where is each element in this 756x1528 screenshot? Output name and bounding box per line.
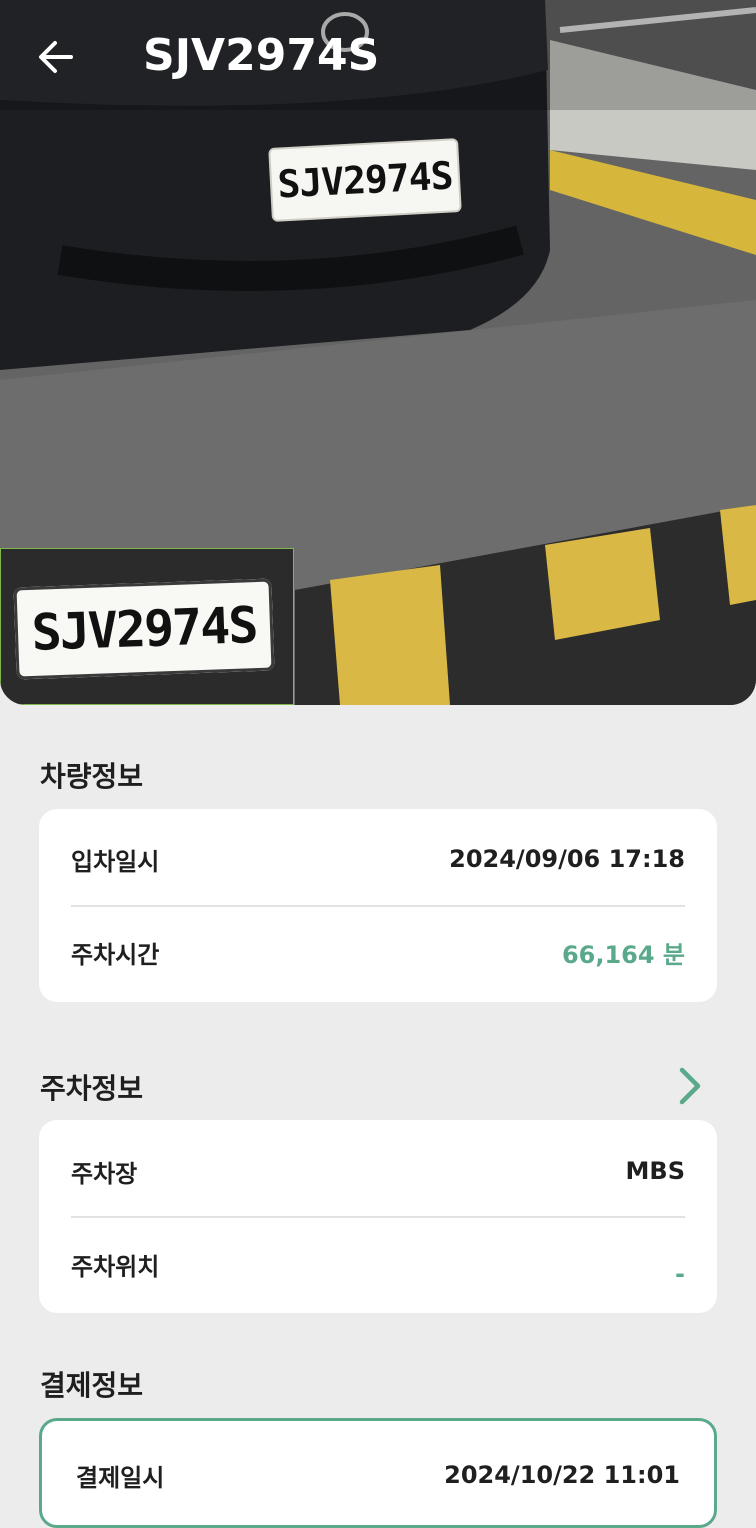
plate-zoom-inset: SJV2974S [0,548,294,705]
payment-time-label: 결제일시 [76,1463,165,1492]
vehicle-photo: SJV2974S SJV2974S [0,0,756,705]
parking-duration-row: 주차시간 66,164 분 [71,922,685,982]
vehicle-info-title: 차량정보 [40,760,144,793]
parking-lot-label: 주차장 [71,1159,138,1188]
parking-lot-value: MBS [625,1157,685,1185]
license-plate: SJV2974S [268,138,462,222]
payment-time-row: 결제일시 2024/10/22 11:01 [76,1445,680,1505]
payment-info-title: 결제정보 [40,1369,144,1402]
entry-time-label: 입차일시 [71,847,160,876]
parking-location-row: 주차위치 - [71,1234,685,1294]
vehicle-info-card: 입차일시 2024/09/06 17:18 주차시간 66,164 분 [39,809,717,1002]
parking-info-card: 주차장 MBS 주차위치 - [39,1120,717,1313]
entry-time-value: 2024/09/06 17:18 [449,845,685,873]
parking-info-detail-button[interactable] [670,1064,710,1108]
divider [71,1216,685,1218]
plate-zoom-text: SJV2974S [13,578,275,680]
parking-duration-value: 66,164 분 [561,940,685,969]
payment-time-value: 2024/10/22 11:01 [444,1461,680,1489]
parking-lot-row: 주차장 MBS [71,1141,685,1201]
parking-info-title: 주차정보 [40,1072,144,1105]
payment-info-card: 결제일시 2024/10/22 11:01 [39,1418,717,1528]
parking-location-label: 주차위치 [71,1252,160,1281]
entry-time-row: 입차일시 2024/09/06 17:18 [71,829,685,889]
chevron-right-icon [679,1067,701,1105]
parking-location-value: - [675,1260,685,1288]
page-title: SJV2974S [143,30,380,81]
arrow-left-icon [39,41,73,73]
parking-duration-label: 주차시간 [71,940,160,969]
divider [71,905,685,907]
back-button[interactable] [30,35,80,79]
